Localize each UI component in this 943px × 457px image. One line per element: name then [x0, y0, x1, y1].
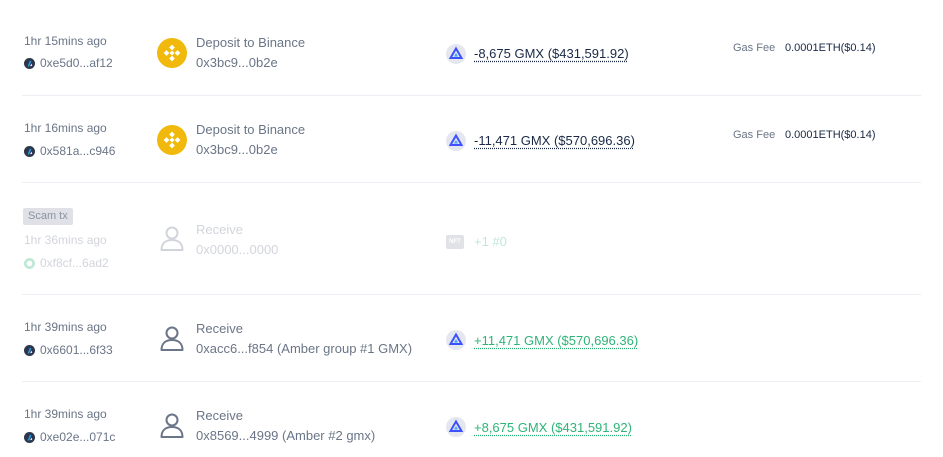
user-icon [157, 223, 187, 253]
transaction-row[interactable]: 1hr 16mins ago 0x581a...c946 Deposit to … [0, 96, 943, 183]
tx-sender[interactable]: 0x581a...c946 [24, 144, 115, 158]
tx-amount[interactable]: -11,471 GMX ($570,696.36) [474, 133, 635, 148]
arbitrum-chain-icon [24, 344, 35, 356]
action-title: Receive [196, 408, 243, 423]
transaction-row[interactable]: 1hr 39mins ago 0xe02e...071c Receive 0x8… [0, 382, 943, 457]
user-icon [157, 323, 187, 353]
sender-address: 0xe02e...071c [40, 430, 116, 444]
gas-fee-value: 0.0001ETH($0.14) [785, 42, 876, 54]
tx-sender[interactable]: 0xe02e...071c [24, 430, 115, 444]
tx-sender[interactable]: 0x6601...6f33 [24, 343, 113, 357]
action-address[interactable]: 0x8569...4999 (Amber #2 gmx) [196, 428, 375, 443]
tx-time: 1hr 36mins ago [24, 233, 107, 247]
transaction-row[interactable]: 1hr 39mins ago 0x6601...6f33 Receive 0xa… [0, 295, 943, 382]
transaction-list: 1hr 15mins ago 0xe5d0...af12 Deposit to … [0, 0, 943, 457]
gmx-icon [446, 330, 466, 350]
tx-amount[interactable]: -8,675 GMX ($431,591.92) [474, 46, 629, 61]
action-address[interactable]: 0x3bc9...0b2e [196, 55, 278, 70]
action-address[interactable]: 0x3bc9...0b2e [196, 142, 278, 157]
action-title: Deposit to Binance [196, 122, 306, 137]
tx-time: 1hr 39mins ago [24, 407, 107, 421]
transaction-row[interactable]: 1hr 15mins ago 0xe5d0...af12 Deposit to … [0, 0, 943, 96]
tx-amount[interactable]: +1 #0 [474, 234, 507, 249]
binance-icon [157, 38, 187, 68]
gmx-icon [446, 417, 466, 437]
gas-fee-label: Gas Fee [733, 42, 776, 54]
sender-address: 0xf8cf...6ad2 [40, 256, 109, 270]
gas-fee-label: Gas Fee [733, 129, 776, 141]
tx-sender[interactable]: 0xf8cf...6ad2 [24, 256, 109, 270]
arbitrum-chain-icon [24, 431, 35, 443]
token-chain-icon [24, 257, 35, 269]
tx-time: 1hr 39mins ago [24, 320, 107, 334]
sender-address: 0xe5d0...af12 [40, 56, 113, 70]
arbitrum-chain-icon [24, 57, 35, 69]
tx-sender[interactable]: 0xe5d0...af12 [24, 56, 113, 70]
action-title: Deposit to Binance [196, 35, 306, 50]
tx-time: 1hr 16mins ago [24, 121, 107, 135]
arbitrum-chain-icon [24, 145, 35, 157]
transaction-row-scam[interactable]: Scam tx 1hr 36mins ago 0xf8cf...6ad2 Rec… [0, 183, 943, 295]
tx-amount[interactable]: +11,471 GMX ($570,696.36) [474, 333, 638, 348]
sender-address: 0x6601...6f33 [40, 343, 113, 357]
sender-address: 0x581a...c946 [40, 144, 116, 158]
action-address[interactable]: 0xacc6...f854 (Amber group #1 GMX) [196, 341, 412, 356]
gas-fee-value: 0.0001ETH($0.14) [785, 129, 876, 141]
binance-icon [157, 125, 187, 155]
action-address[interactable]: 0x0000...0000 [196, 242, 278, 257]
user-icon [157, 410, 187, 440]
scam-tx-badge: Scam tx [23, 208, 73, 225]
action-title: Receive [196, 321, 243, 336]
gmx-icon [446, 131, 466, 151]
nft-icon: NFT [446, 235, 464, 249]
action-title: Receive [196, 222, 243, 237]
tx-time: 1hr 15mins ago [24, 34, 107, 48]
tx-amount[interactable]: +8,675 GMX ($431,591.92) [474, 420, 632, 435]
gmx-icon [446, 44, 466, 64]
